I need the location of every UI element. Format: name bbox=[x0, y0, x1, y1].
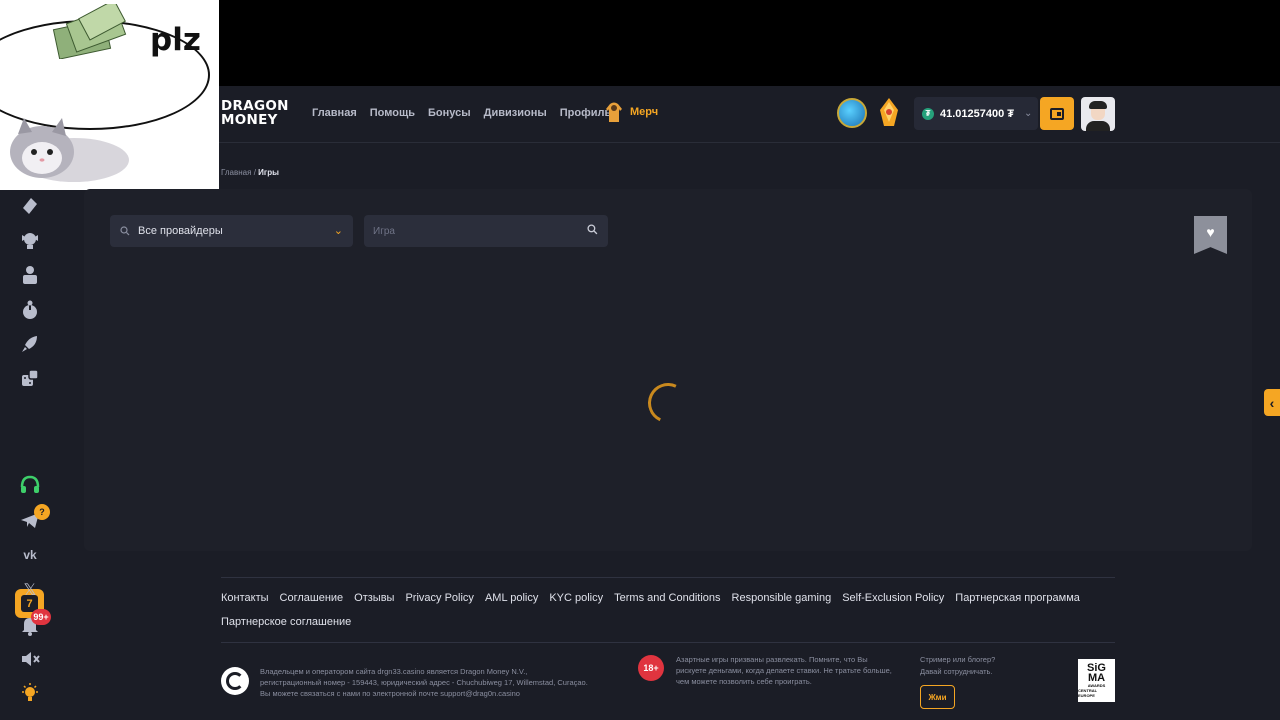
nav-home[interactable]: Главная bbox=[312, 107, 357, 119]
wallet-icon bbox=[1050, 107, 1064, 120]
support-headset-icon[interactable] bbox=[19, 474, 41, 496]
search-icon bbox=[120, 226, 130, 236]
streamer-button[interactable]: Жми bbox=[920, 685, 955, 709]
nav-bonuses[interactable]: Бонусы bbox=[428, 107, 471, 119]
avatar-body bbox=[1086, 121, 1110, 131]
logo-line-1: DRAGON bbox=[221, 98, 289, 114]
kitten-image bbox=[10, 118, 129, 182]
footer-link-contacts[interactable]: Контакты bbox=[221, 591, 269, 605]
notifications-badge: 99+ bbox=[31, 609, 51, 625]
meme-caption: plz bbox=[150, 22, 201, 58]
nav-help[interactable]: Помощь bbox=[370, 107, 415, 119]
heart-icon: ♥ bbox=[1206, 224, 1215, 240]
game-search bbox=[364, 215, 608, 247]
telegram-badge: ? bbox=[34, 504, 50, 520]
footer-logo-icon bbox=[221, 667, 249, 695]
provider-label: Все провайдеры bbox=[138, 225, 223, 237]
footer-link-reviews[interactable]: Отзывы bbox=[354, 591, 394, 605]
sigma-line-2: MA bbox=[1087, 672, 1106, 684]
footer-link-partner-program[interactable]: Партнерская программа bbox=[955, 591, 1080, 605]
footer-divider-top bbox=[221, 577, 1115, 578]
dragon-money-logo[interactable]: DRAGON MONEY bbox=[221, 99, 293, 127]
sound-off-icon[interactable] bbox=[19, 648, 41, 670]
legal-line-1: Владельцем и оператором сайта drgn33.cas… bbox=[260, 667, 528, 676]
footer-divider-bottom bbox=[221, 642, 1115, 643]
chevron-down-icon: ⌄ bbox=[333, 225, 343, 237]
sigma-line-4: CENTRAL EUROPE bbox=[1078, 688, 1098, 698]
lightning-badge-icon[interactable] bbox=[837, 98, 867, 128]
x-icon[interactable]: 𝕏 bbox=[19, 579, 41, 601]
dragon-icon[interactable] bbox=[19, 229, 41, 251]
nav-divisions[interactable]: Дивизионы bbox=[484, 107, 547, 119]
footer-link-privacy[interactable]: Privacy Policy bbox=[405, 591, 473, 605]
logo-line-2: MONEY bbox=[221, 112, 278, 128]
legal-text: Владельцем и оператором сайта drgn33.cas… bbox=[260, 666, 630, 699]
avatar[interactable] bbox=[1081, 97, 1115, 131]
game-search-input[interactable] bbox=[373, 225, 573, 237]
footer-links: Контакты Соглашение Отзывы Privacy Polic… bbox=[221, 591, 1121, 629]
balance-amount: 41.01257400 ₮ bbox=[940, 107, 1015, 120]
meme-overlay: plz bbox=[0, 0, 219, 190]
breadcrumb-separator: / bbox=[253, 168, 256, 177]
merch-label: Мерч bbox=[630, 106, 659, 118]
main-nav: Главная Помощь Бонусы Дивизионы Профиль bbox=[312, 107, 611, 119]
user-card-icon[interactable] bbox=[19, 264, 41, 286]
streamer-text: Стример или блогер? Давай сотрудничать. bbox=[920, 654, 995, 678]
provider-dropdown[interactable]: Все провайдеры ⌄ bbox=[110, 215, 353, 247]
left-sidebar: 7 ? vk 𝕏 99+ bbox=[0, 190, 60, 720]
joystick-icon[interactable] bbox=[19, 299, 41, 321]
footer-link-terms[interactable]: Terms and Conditions bbox=[614, 591, 720, 605]
footer-link-self-exclusion[interactable]: Self-Exclusion Policy bbox=[842, 591, 944, 605]
footer-link-kyc[interactable]: KYC policy bbox=[549, 591, 603, 605]
vk-icon[interactable]: vk bbox=[19, 544, 41, 566]
chevron-left-icon: ‹ bbox=[1269, 394, 1275, 411]
footer-link-agreement[interactable]: Соглашение bbox=[280, 591, 344, 605]
lightbulb-icon[interactable] bbox=[19, 682, 41, 704]
sigma-awards-logo: SiG MA AWARDS CENTRAL EUROPE bbox=[1078, 659, 1115, 702]
breadcrumb-current: Игры bbox=[258, 168, 279, 177]
legal-line-3: Вы можете связаться с нами по электронно… bbox=[260, 689, 520, 698]
dice-icon[interactable] bbox=[19, 367, 41, 389]
trophy-badge-icon[interactable] bbox=[874, 96, 904, 130]
breadcrumb: Главная / Игры bbox=[221, 168, 279, 177]
nav-merch[interactable]: Мерч bbox=[604, 101, 658, 123]
rocket-icon[interactable] bbox=[19, 333, 41, 355]
footer-link-partner-agreement[interactable]: Партнерское соглашение bbox=[221, 615, 351, 629]
ticket-icon[interactable] bbox=[19, 194, 41, 216]
hoodie-icon bbox=[606, 102, 622, 122]
balance-dropdown[interactable]: ₮ 41.01257400 ₮ ⌄ bbox=[914, 97, 1038, 130]
chevron-down-icon: ⌄ bbox=[1024, 108, 1033, 119]
gambling-warning: Азартные игры призваны развлекать. Помни… bbox=[676, 655, 892, 686]
age-badge: 18+ bbox=[638, 655, 664, 681]
side-panel-toggle[interactable]: ‹ bbox=[1264, 389, 1280, 416]
streamer-line-2: Давай сотрудничать. bbox=[920, 667, 993, 676]
search-icon[interactable] bbox=[587, 224, 598, 235]
breadcrumb-home[interactable]: Главная bbox=[221, 168, 251, 177]
tether-icon: ₮ bbox=[922, 107, 934, 120]
avatar-hair bbox=[1089, 101, 1107, 109]
streamer-line-1: Стример или блогер? bbox=[920, 655, 996, 664]
legal-line-2: регистрационный номер - 159443, юридичес… bbox=[260, 678, 588, 687]
money-stack-icon bbox=[52, 4, 127, 59]
footer-link-aml[interactable]: AML policy bbox=[485, 591, 538, 605]
footer-link-responsible[interactable]: Responsible gaming bbox=[732, 591, 832, 605]
wallet-button[interactable] bbox=[1040, 97, 1074, 130]
